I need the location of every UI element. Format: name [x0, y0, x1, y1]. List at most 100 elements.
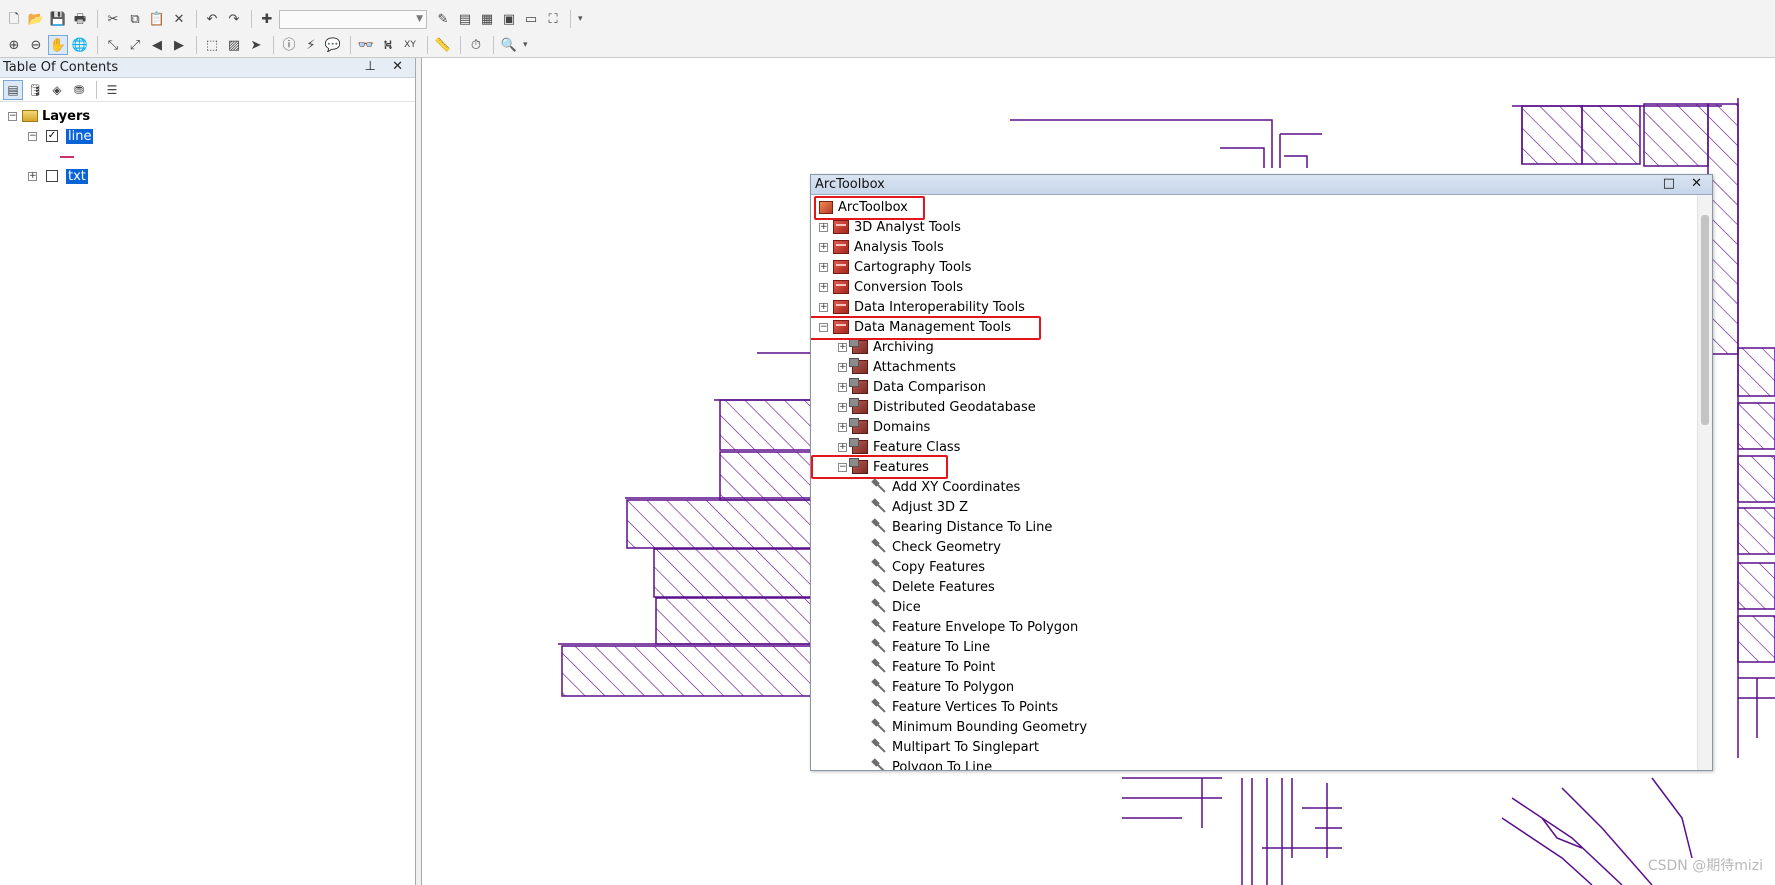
arctoolbox-title-bar[interactable]: ArcToolbox □ ✕ [811, 175, 1712, 195]
hyperlink-icon[interactable]: ⚡ [301, 35, 321, 55]
zoom-out-icon[interactable]: ⊖ [26, 35, 46, 55]
cut-icon[interactable]: ✂ [103, 9, 123, 29]
tree-item-tool[interactable]: Dice [871, 597, 921, 617]
toolbar-options-icon[interactable]: ▾ [578, 14, 583, 24]
tree-item-tool[interactable]: Feature To Point [871, 657, 995, 677]
identify-icon[interactable]: ⓘ [279, 35, 299, 55]
expand-icon[interactable]: + [819, 262, 828, 272]
expand-icon[interactable]: + [838, 362, 847, 372]
add-data-icon[interactable]: ✚ [257, 9, 277, 29]
save-icon[interactable]: 💾 [48, 9, 68, 29]
tree-item-tool[interactable]: Bearing Distance To Line [871, 517, 1052, 537]
time-slider-icon[interactable]: ⏱ [466, 35, 486, 55]
expand-icon[interactable]: + [819, 242, 828, 252]
paste-icon[interactable]: 📋 [147, 9, 167, 29]
tree-item-tool[interactable]: Add XY Coordinates [871, 477, 1020, 497]
tree-item-tool[interactable]: Adjust 3D Z [871, 497, 968, 517]
tree-item-tool[interactable]: Delete Features [871, 577, 995, 597]
tree-item-toolbox[interactable]: + Analysis Tools [819, 237, 944, 257]
redo-icon[interactable]: ↷ [224, 9, 244, 29]
arctoolbox-scrollbar[interactable] [1697, 195, 1712, 770]
chevron-down-icon[interactable]: ▼ [416, 14, 423, 24]
line-symbol-swatch[interactable] [60, 156, 74, 158]
collapse-icon[interactable]: − [28, 131, 37, 141]
clear-selection-icon[interactable]: ▨ [224, 35, 244, 55]
tree-item-tool[interactable]: Minimum Bounding Geometry [871, 717, 1087, 737]
list-by-selection-icon[interactable]: ⛃ [69, 80, 89, 100]
html-popup-icon[interactable]: 💬 [323, 35, 343, 55]
tree-item-toolset[interactable]: + Distributed Geodatabase [838, 397, 1036, 417]
list-by-drawing-order-icon[interactable]: ▤ [3, 79, 23, 100]
python-icon[interactable]: ▭ [521, 9, 541, 29]
back-icon[interactable]: ◀ [147, 35, 167, 55]
undo-icon[interactable]: ↶ [202, 9, 222, 29]
layer-name[interactable]: txt [66, 168, 88, 184]
editor-icon[interactable]: ✎ [433, 9, 453, 29]
tree-item-toolset[interactable]: + Data Comparison [838, 377, 986, 397]
catalog-icon[interactable]: ▦ [477, 9, 497, 29]
tree-item-toolset[interactable]: + Archiving [838, 337, 934, 357]
tree-item-tool[interactable]: Copy Features [871, 557, 985, 577]
select-features-icon[interactable]: ⬚ [202, 35, 222, 55]
tree-item-toolbox[interactable]: + Data Interoperability Tools [819, 297, 1025, 317]
zoom-in-icon[interactable]: ⊕ [4, 35, 24, 55]
tree-item-tool[interactable]: Multipart To Singlepart [871, 737, 1039, 757]
toolbar-options-icon[interactable]: ▾ [523, 40, 528, 50]
table-icon[interactable]: ▤ [455, 9, 475, 29]
expand-icon[interactable]: + [838, 422, 847, 432]
arctoolbox-window-controls[interactable]: □ ✕ [1663, 176, 1708, 191]
open-folder-icon[interactable]: 📂 [26, 9, 46, 29]
expand-icon[interactable]: + [838, 382, 847, 392]
toc-window-controls[interactable]: ⊥ ✕ [365, 59, 409, 74]
tree-item-tool[interactable]: Feature To Line [871, 637, 990, 657]
go-to-xy-icon[interactable]: XY [400, 35, 420, 55]
tree-item-toolbox[interactable]: + Conversion Tools [819, 277, 963, 297]
select-elements-icon[interactable]: ➤ [246, 35, 266, 55]
fixed-zoom-out-icon[interactable]: ⤢ [125, 35, 145, 55]
expand-icon[interactable]: + [838, 442, 847, 452]
tree-item-tool[interactable]: Feature Vertices To Points [871, 697, 1058, 717]
tree-item-toolset[interactable]: + Domains [838, 417, 930, 437]
layers-group-row[interactable]: − Layers [8, 106, 90, 126]
forward-icon[interactable]: ▶ [169, 35, 189, 55]
model-icon[interactable]: ⛶ [543, 9, 563, 29]
copy-icon[interactable]: ⧉ [125, 9, 145, 29]
expand-icon[interactable]: + [838, 402, 847, 412]
find-route-icon[interactable]: ⛕ [378, 35, 398, 55]
find-icon[interactable]: 👓 [356, 35, 376, 55]
layer-visibility-checkbox[interactable]: ✓ [46, 130, 58, 142]
new-doc-icon[interactable]: 🗋 [4, 9, 24, 29]
tree-item-toolbox[interactable]: + Cartography Tools [819, 257, 971, 277]
scrollbar-thumb[interactable] [1701, 215, 1709, 425]
tree-item-toolset[interactable]: + Feature Class [838, 437, 960, 457]
toc-options-icon[interactable]: ☰ [102, 80, 122, 100]
viewer-icon[interactable]: 🔍 [499, 35, 519, 55]
pan-icon[interactable]: ✋ [48, 35, 68, 55]
fixed-zoom-in-icon[interactable]: ⤡ [103, 35, 123, 55]
print-icon[interactable]: 🖶 [70, 9, 90, 29]
toolbox-icon [833, 280, 849, 294]
tree-item-tool[interactable]: Feature To Polygon [871, 677, 1014, 697]
expand-icon[interactable]: + [819, 222, 828, 232]
list-by-source-icon[interactable]: 🛢 [25, 80, 45, 100]
list-by-visibility-icon[interactable]: ◈ [47, 80, 67, 100]
tree-item-toolbox[interactable]: +3D Analyst Tools [819, 217, 961, 237]
expand-icon[interactable]: + [819, 302, 828, 312]
arctoolbox-icon[interactable]: ▣ [499, 9, 519, 29]
tree-item-tool[interactable]: Check Geometry [871, 537, 1001, 557]
full-extent-icon[interactable]: 🌐 [70, 35, 90, 55]
tree-item-toolset[interactable]: + Attachments [838, 357, 956, 377]
expand-icon[interactable]: + [838, 342, 847, 352]
measure-icon[interactable]: 📏 [433, 35, 453, 55]
layer-name[interactable]: line [66, 128, 94, 144]
collapse-icon[interactable]: − [8, 111, 17, 121]
tree-item-tool[interactable]: Polygon To Line [871, 757, 992, 771]
delete-icon[interactable]: ✕ [169, 9, 189, 29]
layer-row-line[interactable]: − ✓ line [28, 126, 94, 146]
expand-icon[interactable]: + [819, 282, 828, 292]
tree-item-tool[interactable]: Feature Envelope To Polygon [871, 617, 1078, 637]
map-scale-combo[interactable]: ▼ [279, 9, 427, 29]
expand-icon[interactable]: + [28, 171, 37, 181]
layer-visibility-checkbox[interactable] [46, 170, 58, 182]
layer-row-txt[interactable]: + txt [28, 166, 88, 186]
